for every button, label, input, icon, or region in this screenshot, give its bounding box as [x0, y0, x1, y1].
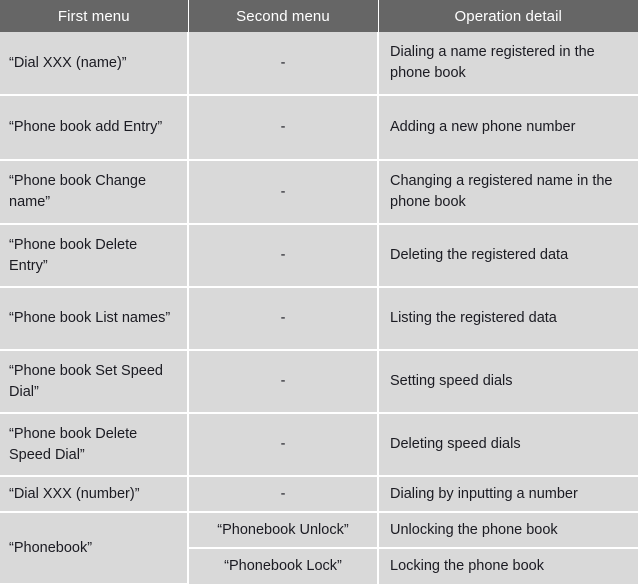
cell-first-menu: “Phone book Delete Entry”: [0, 224, 189, 288]
cell-first-menu: “Dial XXX (name)”: [0, 32, 189, 96]
column-header-first-menu: First menu: [0, 0, 189, 32]
table-row: “Phone book Delete Entry” - Deleting the…: [0, 224, 638, 288]
cell-first-menu: “Phone book Set Speed Dial”: [0, 350, 189, 414]
cell-first-menu-phonebook: “Phonebook”: [0, 512, 189, 585]
cell-operation-detail: Setting speed dials: [378, 350, 638, 414]
table-row: “Phone book Change name” - Changing a re…: [0, 160, 638, 225]
cell-second-menu: -: [188, 476, 379, 513]
cell-operation-detail: Deleting speed dials: [378, 413, 638, 477]
cell-operation-detail: Deleting the registered data: [378, 224, 638, 288]
cell-first-menu: “Dial XXX (number)”: [0, 476, 189, 513]
table-row: “Dial XXX (number)” - Dialing by inputti…: [0, 476, 638, 513]
cell-second-menu: -: [188, 350, 379, 414]
cell-second-menu: “Phonebook Unlock”: [188, 512, 379, 549]
cell-first-menu: “Phone book add Entry”: [0, 95, 189, 161]
table-row: “Dial XXX (name)” - Dialing a name regis…: [0, 32, 638, 96]
table-body: “Dial XXX (name)” - Dialing a name regis…: [0, 32, 638, 585]
cell-second-menu: -: [188, 287, 379, 351]
cell-second-menu: -: [188, 160, 379, 225]
cell-operation-detail: Listing the registered data: [378, 287, 638, 351]
cell-first-menu: “Phone book List names”: [0, 287, 189, 351]
cell-operation-detail: Changing a registered name in the phone …: [378, 160, 638, 225]
cell-operation-detail: Adding a new phone number: [378, 95, 638, 161]
table-row: “Phonebook” “Phonebook Unlock” Unlocking…: [0, 512, 638, 585]
cell-first-menu: “Phone book Delete Speed Dial”: [0, 413, 189, 477]
column-header-second-menu: Second menu: [188, 0, 379, 32]
cell-second-menu: -: [188, 413, 379, 477]
cell-operation-detail: Dialing by inputting a number: [378, 476, 638, 513]
column-header-operation-detail: Operation detail: [378, 0, 638, 32]
table-header: First menu Second menu Operation detail: [0, 0, 638, 32]
table-row: “Phone book Set Speed Dial” - Setting sp…: [0, 350, 638, 414]
table-header-row: First menu Second menu Operation detail: [0, 0, 638, 32]
table-row: “Phone book add Entry” - Adding a new ph…: [0, 95, 638, 161]
table-row: “Phone book Delete Speed Dial” - Deletin…: [0, 413, 638, 477]
cell-operation-detail: Unlocking the phone book: [378, 512, 638, 549]
cell-second-menu: “Phonebook Lock”: [188, 548, 379, 584]
cell-second-menu: -: [188, 32, 379, 96]
cell-first-menu: “Phone book Change name”: [0, 160, 189, 225]
cell-second-menu: -: [188, 95, 379, 161]
table-row: “Phone book List names” - Listing the re…: [0, 287, 638, 351]
voice-command-table: First menu Second menu Operation detail …: [0, 0, 638, 585]
cell-operation-detail: Locking the phone book: [378, 548, 638, 584]
cell-second-menu: -: [188, 224, 379, 288]
cell-operation-detail: Dialing a name registered in the phone b…: [378, 32, 638, 96]
